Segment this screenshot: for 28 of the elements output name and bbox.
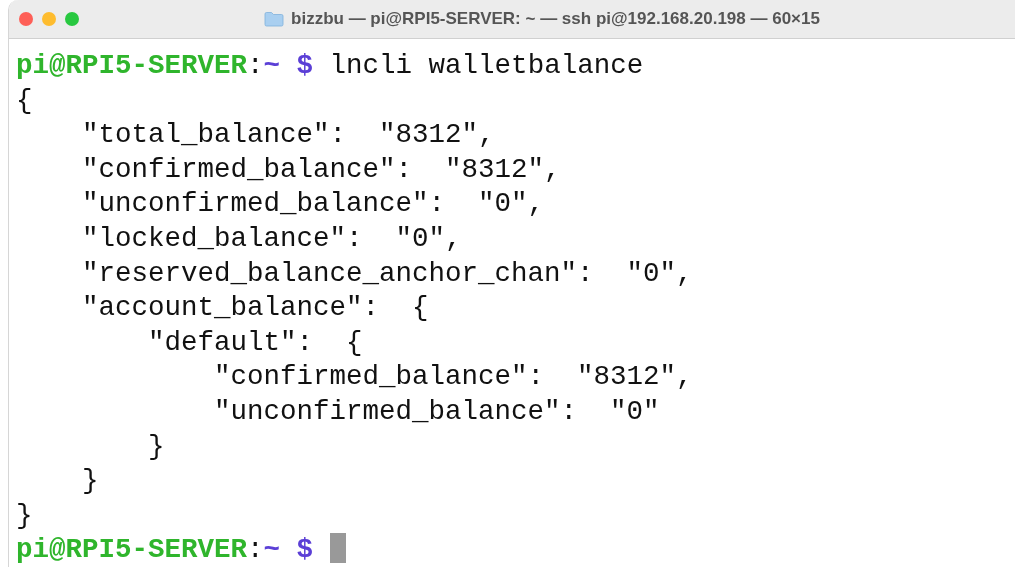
prompt-symbol: $	[296, 50, 314, 81]
prompt-host: pi@RPI5-SERVER	[16, 50, 248, 81]
output-line: "default": {	[147, 326, 363, 358]
zoom-button[interactable]	[65, 12, 79, 26]
prompt-host: pi@RPI5-SERVER	[16, 534, 248, 566]
text-cursor	[329, 533, 346, 564]
close-button[interactable]	[19, 12, 33, 26]
output-line: "account_balance": {	[81, 292, 429, 324]
output-line: }	[16, 499, 33, 531]
output-line: }	[81, 465, 99, 497]
output-line: "total_balance": "8312",	[81, 119, 495, 151]
output-line: "unconfirmed_balance": "0",	[81, 188, 545, 220]
prompt-path: ~	[263, 534, 281, 566]
output-line: "confirmed_balance": "8312",	[81, 153, 561, 185]
output-line: "confirmed_balance": "8312",	[213, 361, 693, 393]
prompt-path: ~	[263, 50, 281, 81]
output-line: "reserved_balance_anchor_chan": "0",	[81, 257, 693, 289]
prompt-separator: :	[247, 50, 264, 81]
prompt-symbol: $	[296, 534, 314, 566]
window-title: bizzbu — pi@RPI5-SERVER: ~ — ssh pi@192.168.20.198 — 60×15	[291, 9, 820, 29]
minimize-button[interactable]	[42, 12, 56, 26]
folder-icon	[264, 11, 285, 27]
command-text: lncli walletbalance	[329, 50, 644, 81]
output-line: }	[147, 430, 165, 462]
output-line: "unconfirmed_balance": "0"	[213, 395, 660, 427]
output-line: {	[16, 84, 33, 116]
prompt-separator: :	[247, 534, 264, 566]
output-line: "locked_balance": "0",	[81, 222, 462, 254]
